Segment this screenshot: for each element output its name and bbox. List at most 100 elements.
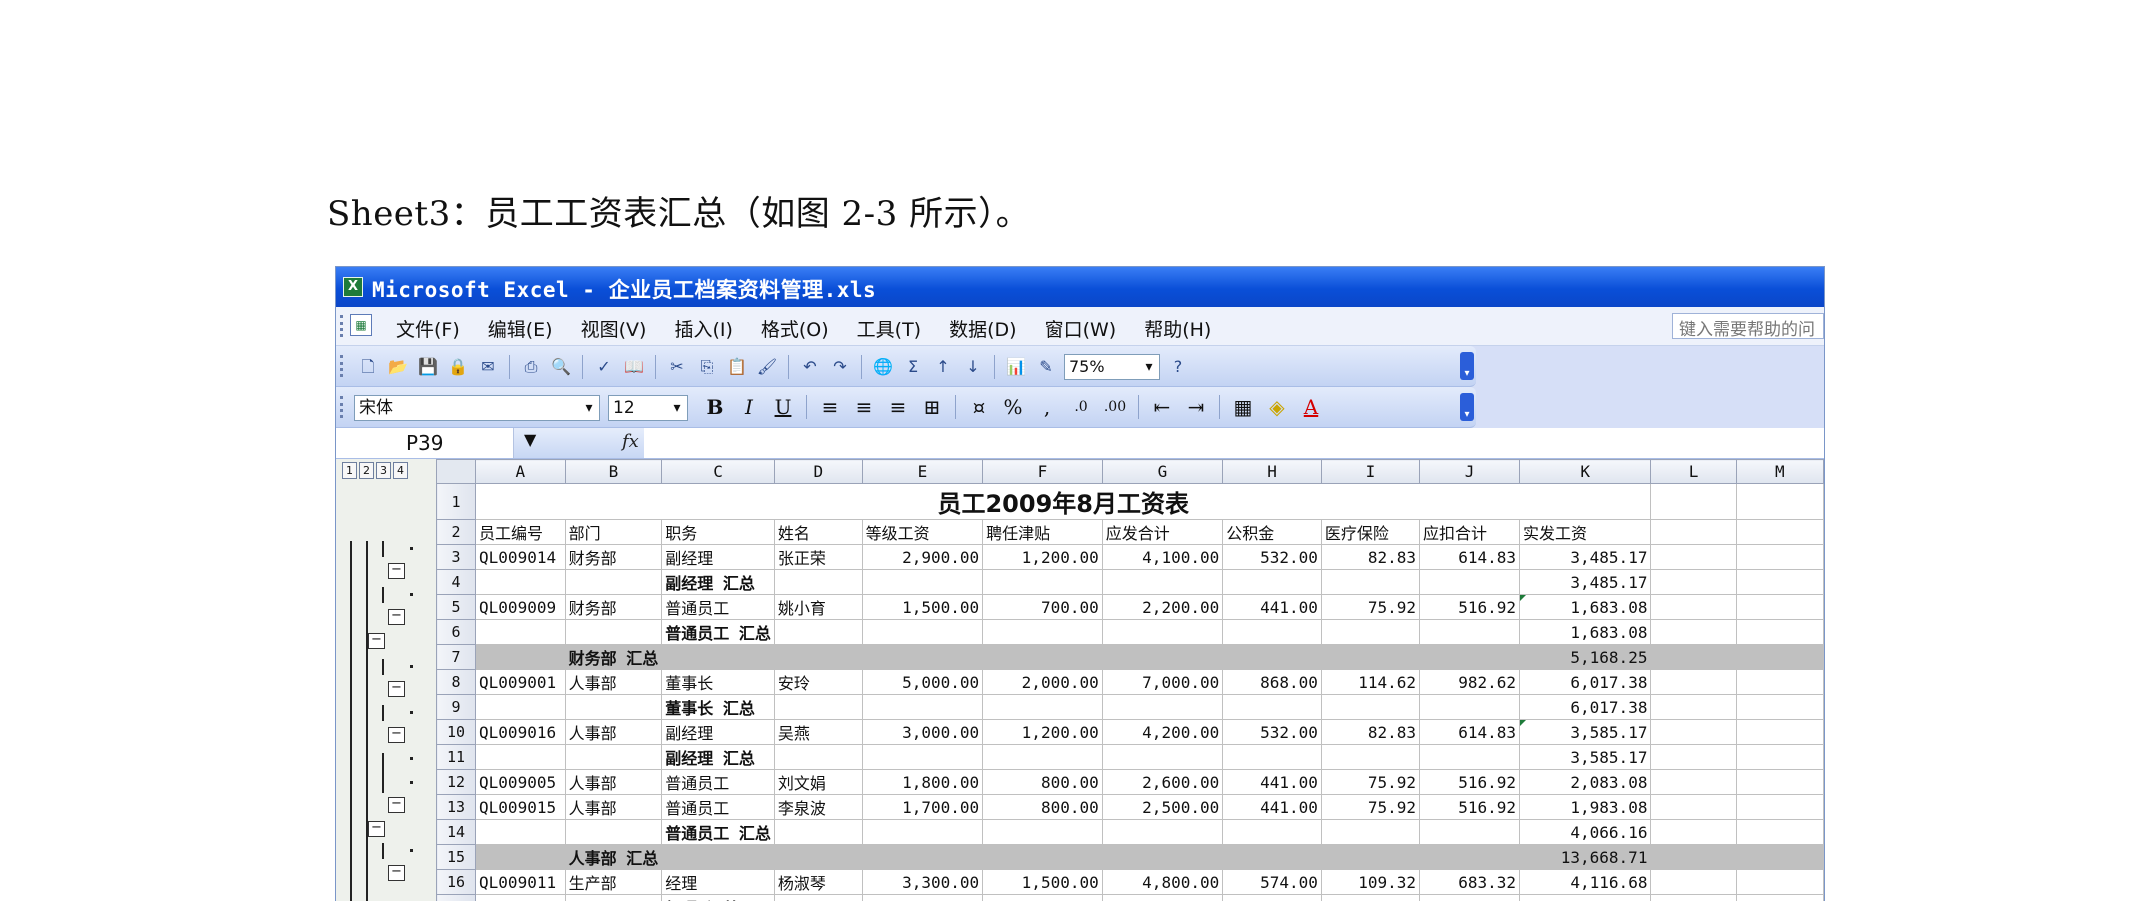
cell[interactable]	[1420, 820, 1520, 845]
menu-file[interactable]: 文件(F)	[396, 315, 460, 342]
menu-data[interactable]: 数据(D)	[949, 315, 1016, 342]
sort-ascending-icon[interactable]: ↑	[931, 355, 955, 379]
format-painter-icon[interactable]: 🖌	[755, 355, 779, 379]
column-header[interactable]: C	[662, 460, 775, 484]
menu-window[interactable]: 窗口(W)	[1045, 315, 1117, 342]
cell[interactable]	[983, 645, 1103, 670]
cell[interactable]: 82.83	[1321, 720, 1419, 745]
outline-level-3[interactable]: 3	[376, 462, 391, 479]
borders-icon[interactable]: ▦	[1229, 395, 1257, 419]
row-header[interactable]: 13	[437, 795, 476, 820]
font-size-select[interactable]: 12	[608, 395, 688, 421]
hyperlink-icon[interactable]: 🌐	[871, 355, 895, 379]
column-header[interactable]: H	[1223, 460, 1322, 484]
cell[interactable]: 75.92	[1321, 795, 1419, 820]
outline-collapse-button[interactable]: −	[388, 865, 405, 881]
increase-decimal-icon[interactable]: .0	[1067, 395, 1095, 419]
row-header[interactable]: 14	[437, 820, 476, 845]
cell[interactable]	[1102, 820, 1223, 845]
cell[interactable]	[774, 695, 862, 720]
cell[interactable]	[983, 695, 1103, 720]
cell[interactable]: 3,585.17	[1520, 745, 1651, 770]
zoom-select[interactable]: 75%	[1064, 354, 1160, 380]
cell[interactable]	[1736, 595, 1823, 620]
select-all-corner[interactable]	[437, 460, 476, 484]
header-cell[interactable]: 应发合计	[1102, 520, 1223, 545]
cell[interactable]	[1420, 895, 1520, 901]
cell[interactable]	[1102, 645, 1223, 670]
cell[interactable]: 4,200.00	[1102, 720, 1223, 745]
paste-icon[interactable]: 📋	[725, 355, 749, 379]
cell[interactable]: 3,485.17	[1520, 570, 1651, 595]
email-icon[interactable]: ✉	[476, 355, 500, 379]
cell[interactable]: 1,700.00	[862, 795, 983, 820]
row-header[interactable]: 10	[437, 720, 476, 745]
cell[interactable]	[565, 895, 662, 901]
cell[interactable]: 3,000.00	[862, 720, 983, 745]
cell[interactable]: 441.00	[1223, 795, 1322, 820]
cell[interactable]	[1651, 570, 1736, 595]
redo-icon[interactable]: ↷	[828, 355, 852, 379]
cell[interactable]: 614.83	[1420, 720, 1520, 745]
underline-icon[interactable]: U	[769, 395, 797, 419]
cell[interactable]	[476, 570, 566, 595]
cell[interactable]	[476, 845, 566, 870]
outline-level-1[interactable]: 1	[342, 462, 357, 479]
cell[interactable]: 1,500.00	[862, 595, 983, 620]
spelling-icon[interactable]: ✓	[592, 355, 616, 379]
cell[interactable]: QL009015	[476, 795, 566, 820]
research-icon[interactable]: 📖	[622, 355, 646, 379]
align-center-icon[interactable]: ≡	[850, 395, 878, 419]
fill-color-icon[interactable]: ◈	[1263, 395, 1291, 419]
outline-level-4[interactable]: 4	[393, 462, 408, 479]
autosum-icon[interactable]: Σ	[901, 355, 925, 379]
cell[interactable]: 683.32	[1420, 870, 1520, 895]
cell[interactable]	[1321, 695, 1419, 720]
cell[interactable]: 人事部	[565, 795, 662, 820]
outline-collapse-button[interactable]: −	[388, 727, 405, 743]
cell[interactable]: 4,800.00	[1102, 870, 1223, 895]
cell[interactable]: 700.00	[983, 595, 1103, 620]
outline-collapse-button[interactable]: −	[368, 633, 385, 649]
cell[interactable]: 刘文娟	[774, 770, 862, 795]
cell[interactable]	[1223, 745, 1322, 770]
cell[interactable]: 人事部	[565, 670, 662, 695]
cell[interactable]	[1736, 695, 1823, 720]
cell[interactable]	[1321, 570, 1419, 595]
cell[interactable]	[983, 845, 1103, 870]
cell[interactable]	[1736, 620, 1823, 645]
cell[interactable]: 普通员工	[662, 595, 775, 620]
cell[interactable]	[1736, 820, 1823, 845]
cell[interactable]: 75.92	[1321, 595, 1419, 620]
cell[interactable]: 4,116.68	[1520, 895, 1651, 901]
cell[interactable]	[1736, 770, 1823, 795]
outline-collapse-button[interactable]: −	[388, 797, 405, 813]
cell[interactable]: 董事长 汇总	[662, 695, 775, 720]
cell[interactable]: 4,116.68	[1520, 870, 1651, 895]
merge-center-icon[interactable]: ⊞	[918, 395, 946, 419]
header-cell[interactable]: 医疗保险	[1321, 520, 1419, 545]
cell[interactable]	[1651, 695, 1736, 720]
cell[interactable]	[476, 895, 566, 901]
cell[interactable]: 姚小育	[774, 595, 862, 620]
cell[interactable]: 1,200.00	[983, 545, 1103, 570]
toolbar-options-icon[interactable]: ▾	[1460, 352, 1474, 380]
cell[interactable]	[1736, 545, 1823, 570]
font-select[interactable]: 宋体	[354, 395, 600, 421]
cell[interactable]	[1651, 895, 1736, 901]
cell[interactable]: 114.62	[1321, 670, 1419, 695]
menu-grip-handle[interactable]	[340, 315, 346, 337]
undo-icon[interactable]: ↶	[798, 355, 822, 379]
cell[interactable]: 人事部 汇总	[565, 845, 662, 870]
cell[interactable]	[662, 845, 775, 870]
cell[interactable]	[983, 895, 1103, 901]
cell[interactable]: 5,168.25	[1520, 645, 1651, 670]
cell[interactable]	[1736, 484, 1823, 520]
cell[interactable]	[774, 570, 862, 595]
cell[interactable]	[1651, 720, 1736, 745]
cell[interactable]	[862, 570, 983, 595]
cell[interactable]: QL009016	[476, 720, 566, 745]
row-header[interactable]: 5	[437, 595, 476, 620]
cell[interactable]: 441.00	[1223, 770, 1322, 795]
cell[interactable]	[565, 620, 662, 645]
